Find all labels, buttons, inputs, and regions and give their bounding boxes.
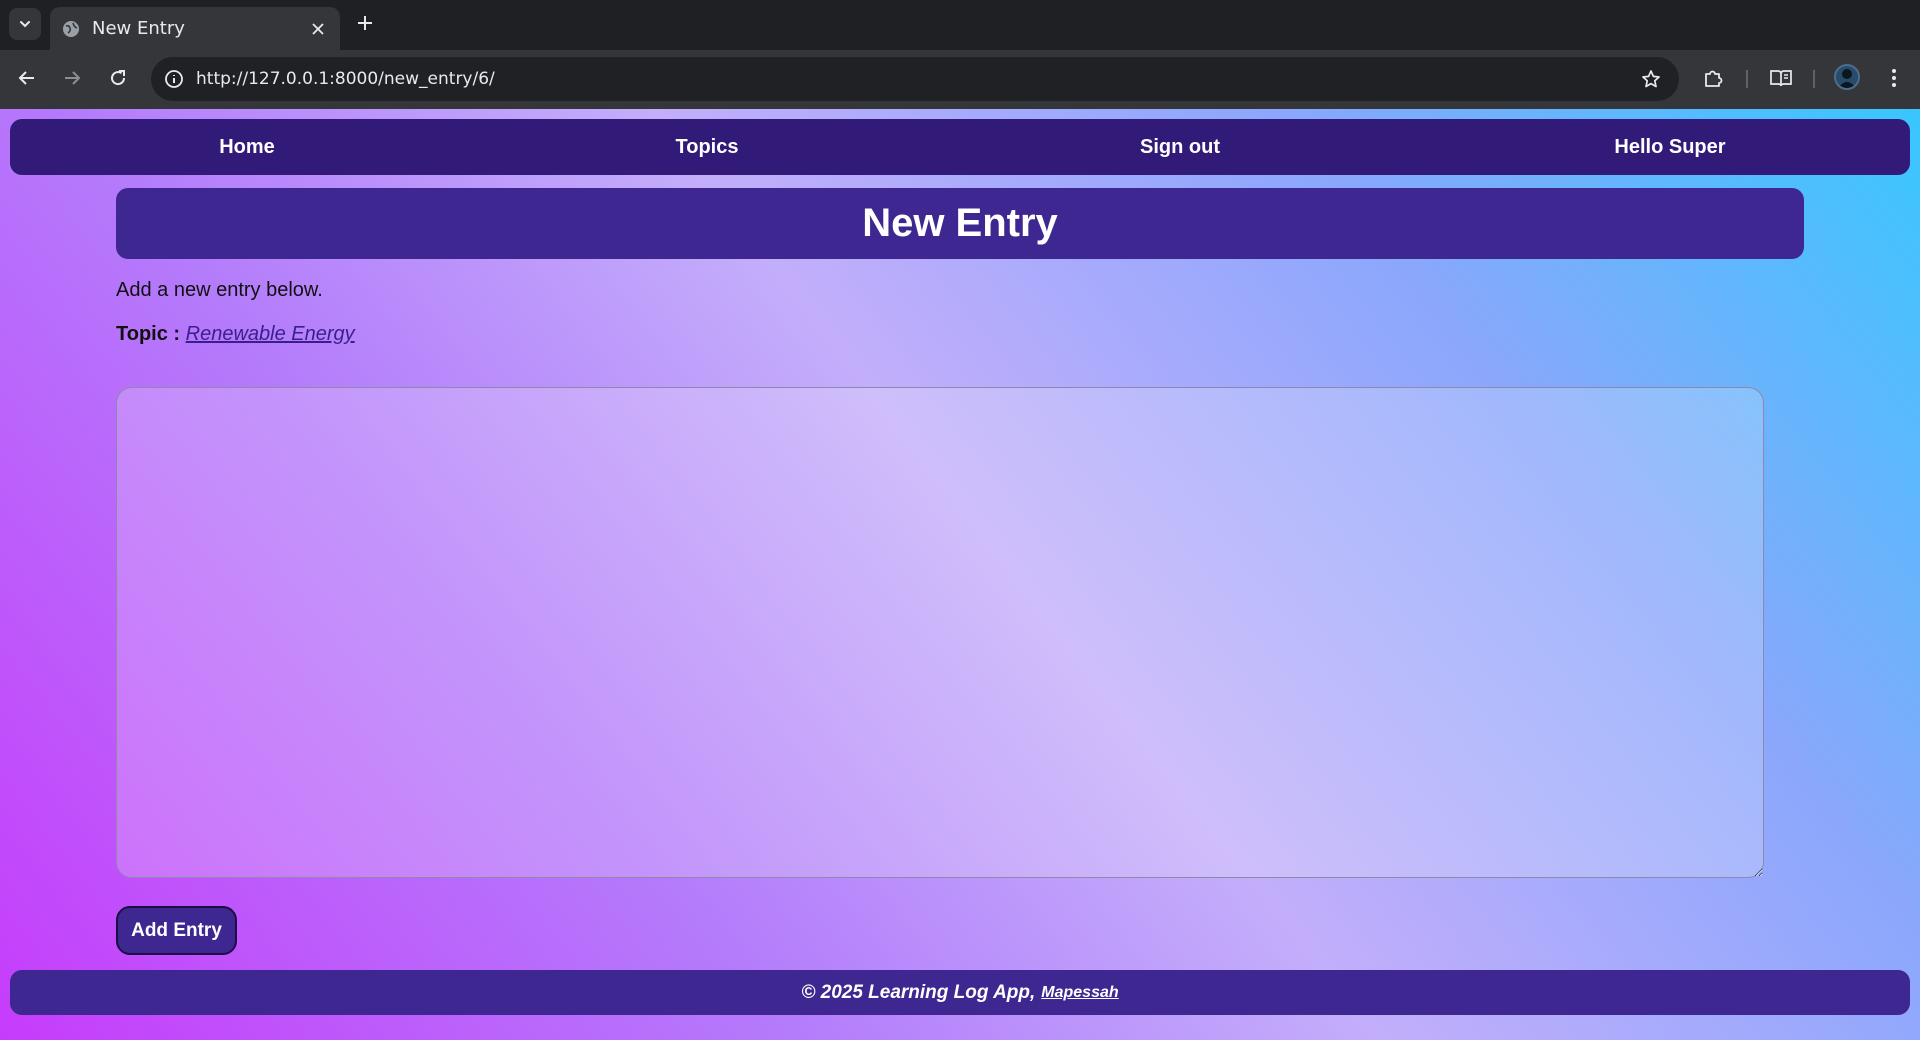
url-text[interactable]: http://127.0.0.1:8000/new_entry/6/	[196, 69, 495, 89]
avatar[interactable]	[1834, 64, 1860, 90]
intro-text: Add a new entry below.	[116, 279, 323, 301]
toolbar-divider	[1746, 70, 1748, 88]
star-icon[interactable]	[1639, 67, 1663, 91]
browser-tab[interactable]: New Entry	[50, 7, 340, 50]
back-arrow-icon	[18, 71, 34, 85]
browser-tabstrip: New Entry	[0, 0, 1920, 50]
close-icon[interactable]	[306, 17, 330, 41]
nav-topics-link[interactable]: Topics	[607, 119, 807, 175]
nav-sign-out-link[interactable]: Sign out	[1070, 119, 1290, 175]
footer-copyright: © 2025 Learning Log App,	[801, 981, 1036, 1003]
nav-home-link[interactable]: Home	[147, 119, 347, 175]
page-body: Home Topics Sign out Hello Super New Ent…	[0, 109, 1920, 1040]
footer-author-link[interactable]: Mapessah	[1041, 984, 1118, 1002]
nav-user-greeting: Hello Super	[1614, 136, 1726, 158]
reload-icon	[111, 70, 126, 86]
entry-text-field[interactable]	[116, 387, 1764, 878]
plus-icon	[358, 16, 372, 30]
info-icon[interactable]	[159, 64, 189, 94]
topic-line: Topic : Renewable Energy	[116, 323, 355, 346]
puzzle-icon	[1705, 70, 1723, 87]
browser-menu-button[interactable]	[1880, 64, 1908, 92]
topic-link[interactable]: Renewable Energy	[186, 323, 355, 345]
page-title: New Entry	[862, 201, 1058, 245]
site-navbar: Home Topics Sign out Hello Super	[10, 119, 1910, 175]
forward-button[interactable]	[58, 64, 86, 92]
topic-label: Topic :	[116, 323, 181, 345]
tab-title: New Entry	[92, 18, 185, 39]
kebab-menu-icon	[1892, 69, 1896, 87]
chevron-down-icon	[20, 21, 30, 28]
reading-mode-button[interactable]	[1767, 64, 1795, 92]
book-icon	[1770, 70, 1792, 87]
toolbar-divider	[1813, 70, 1815, 88]
add-entry-button[interactable]: Add Entry	[116, 906, 237, 955]
tab-search-button[interactable]	[9, 8, 41, 40]
back-button[interactable]	[13, 64, 41, 92]
address-bar[interactable]: http://127.0.0.1:8000/new_entry/6/	[151, 57, 1679, 101]
site-footer: © 2025 Learning Log App, Mapessah	[10, 970, 1910, 1015]
reload-button[interactable]	[104, 64, 132, 92]
forward-arrow-icon	[65, 71, 81, 85]
page-header-card: New Entry	[116, 188, 1804, 259]
extensions-button[interactable]	[1699, 64, 1727, 92]
globe-icon	[62, 20, 80, 38]
browser-toolbar: http://127.0.0.1:8000/new_entry/6/	[0, 50, 1920, 109]
new-tab-button[interactable]	[353, 11, 377, 35]
